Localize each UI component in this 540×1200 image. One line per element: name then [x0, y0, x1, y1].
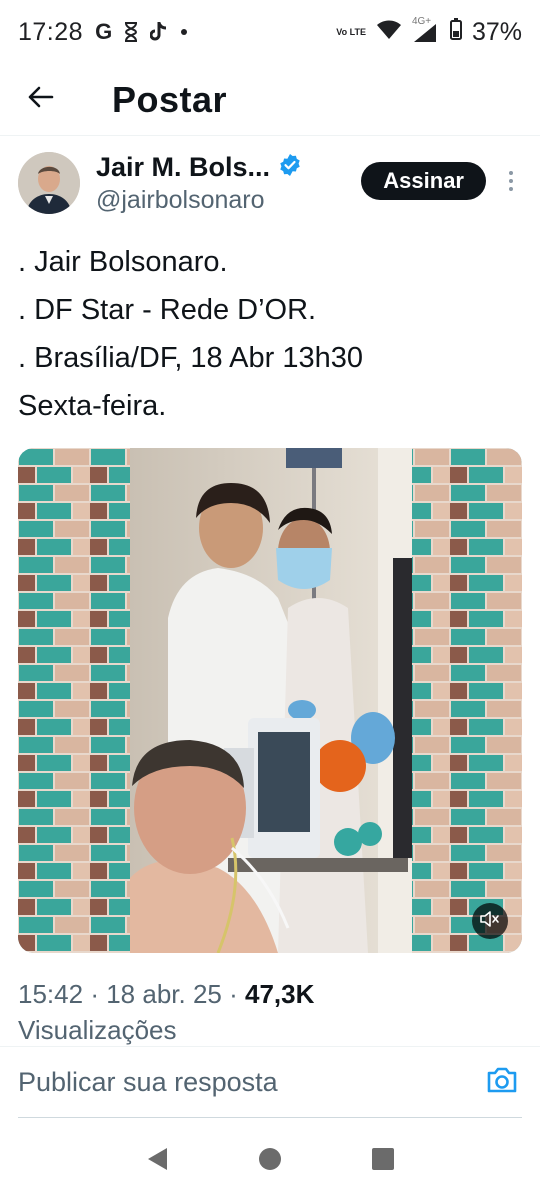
- back-button[interactable]: [0, 64, 80, 136]
- system-nav-bar: [0, 1122, 540, 1200]
- header: Postar: [0, 64, 540, 136]
- tweet-video[interactable]: [18, 448, 522, 953]
- battery-percent: 37%: [471, 17, 522, 46]
- meta-separator: ·: [229, 979, 238, 1009]
- tweet-author: Jair M. Bols... @jairbolsonaro Assinar: [18, 152, 522, 222]
- tweet-line: Sexta-feira.: [18, 390, 167, 422]
- status-bar: 17:28 G Vo LTE 4G+ 37%: [0, 0, 540, 64]
- camera-button[interactable]: [482, 1063, 522, 1103]
- tweet-meta: 15:42 · 18 abr. 25 · 47,3K Visualizações: [18, 976, 522, 1048]
- camera-icon: [486, 1066, 518, 1099]
- meta-separator: ·: [90, 979, 99, 1009]
- mute-button[interactable]: [472, 903, 508, 939]
- tiktok-icon: [150, 21, 168, 43]
- signal-icon: 4G+: [412, 16, 440, 44]
- nav-home-button[interactable]: [248, 1139, 292, 1183]
- author-handle[interactable]: @jairbolsonaro: [96, 186, 361, 215]
- page-title: Postar: [112, 78, 228, 120]
- nav-back-button[interactable]: [135, 1139, 179, 1183]
- square-recents-icon: [371, 1147, 395, 1176]
- wifi-icon: [376, 18, 402, 47]
- tweet-text: . Jair Bolsonaro. . DF Star - Rede D’OR.…: [18, 238, 522, 430]
- battery-icon: [449, 17, 462, 47]
- status-time: 17:28: [18, 17, 84, 46]
- tweet-line: . DF Star - Rede D’OR.: [18, 294, 317, 326]
- views-count[interactable]: 47,3K: [245, 979, 314, 1009]
- author-name[interactable]: Jair M. Bols...: [96, 152, 270, 183]
- volume-muted-icon: [480, 910, 500, 933]
- nav-recents-button[interactable]: [361, 1139, 405, 1183]
- triangle-back-icon: [145, 1146, 169, 1177]
- views-label[interactable]: Visualizações: [18, 1012, 522, 1048]
- verified-badge-icon: [278, 153, 302, 182]
- volte-label: Vo LTE: [336, 27, 366, 37]
- tweet-date: 18 abr. 25: [106, 979, 222, 1009]
- video-frame: [18, 448, 522, 953]
- arrow-left-icon: [26, 85, 54, 114]
- tweet-line: . Jair Bolsonaro.: [18, 246, 228, 278]
- dot-icon: [180, 28, 188, 36]
- google-icon: G: [95, 19, 113, 44]
- subscribe-button[interactable]: Assinar: [361, 162, 486, 200]
- reply-input[interactable]: Publicar sua resposta: [18, 1067, 482, 1098]
- circle-home-icon: [258, 1147, 282, 1176]
- hourglass-icon: [124, 22, 138, 42]
- tweet-line: . Brasília/DF, 18 Abr 13h30: [18, 342, 363, 374]
- tweet-time: 15:42: [18, 979, 84, 1009]
- reply-divider: [18, 1117, 522, 1118]
- more-options-icon[interactable]: [500, 162, 522, 200]
- avatar[interactable]: [18, 152, 80, 214]
- reply-bar: Publicar sua resposta: [0, 1046, 540, 1118]
